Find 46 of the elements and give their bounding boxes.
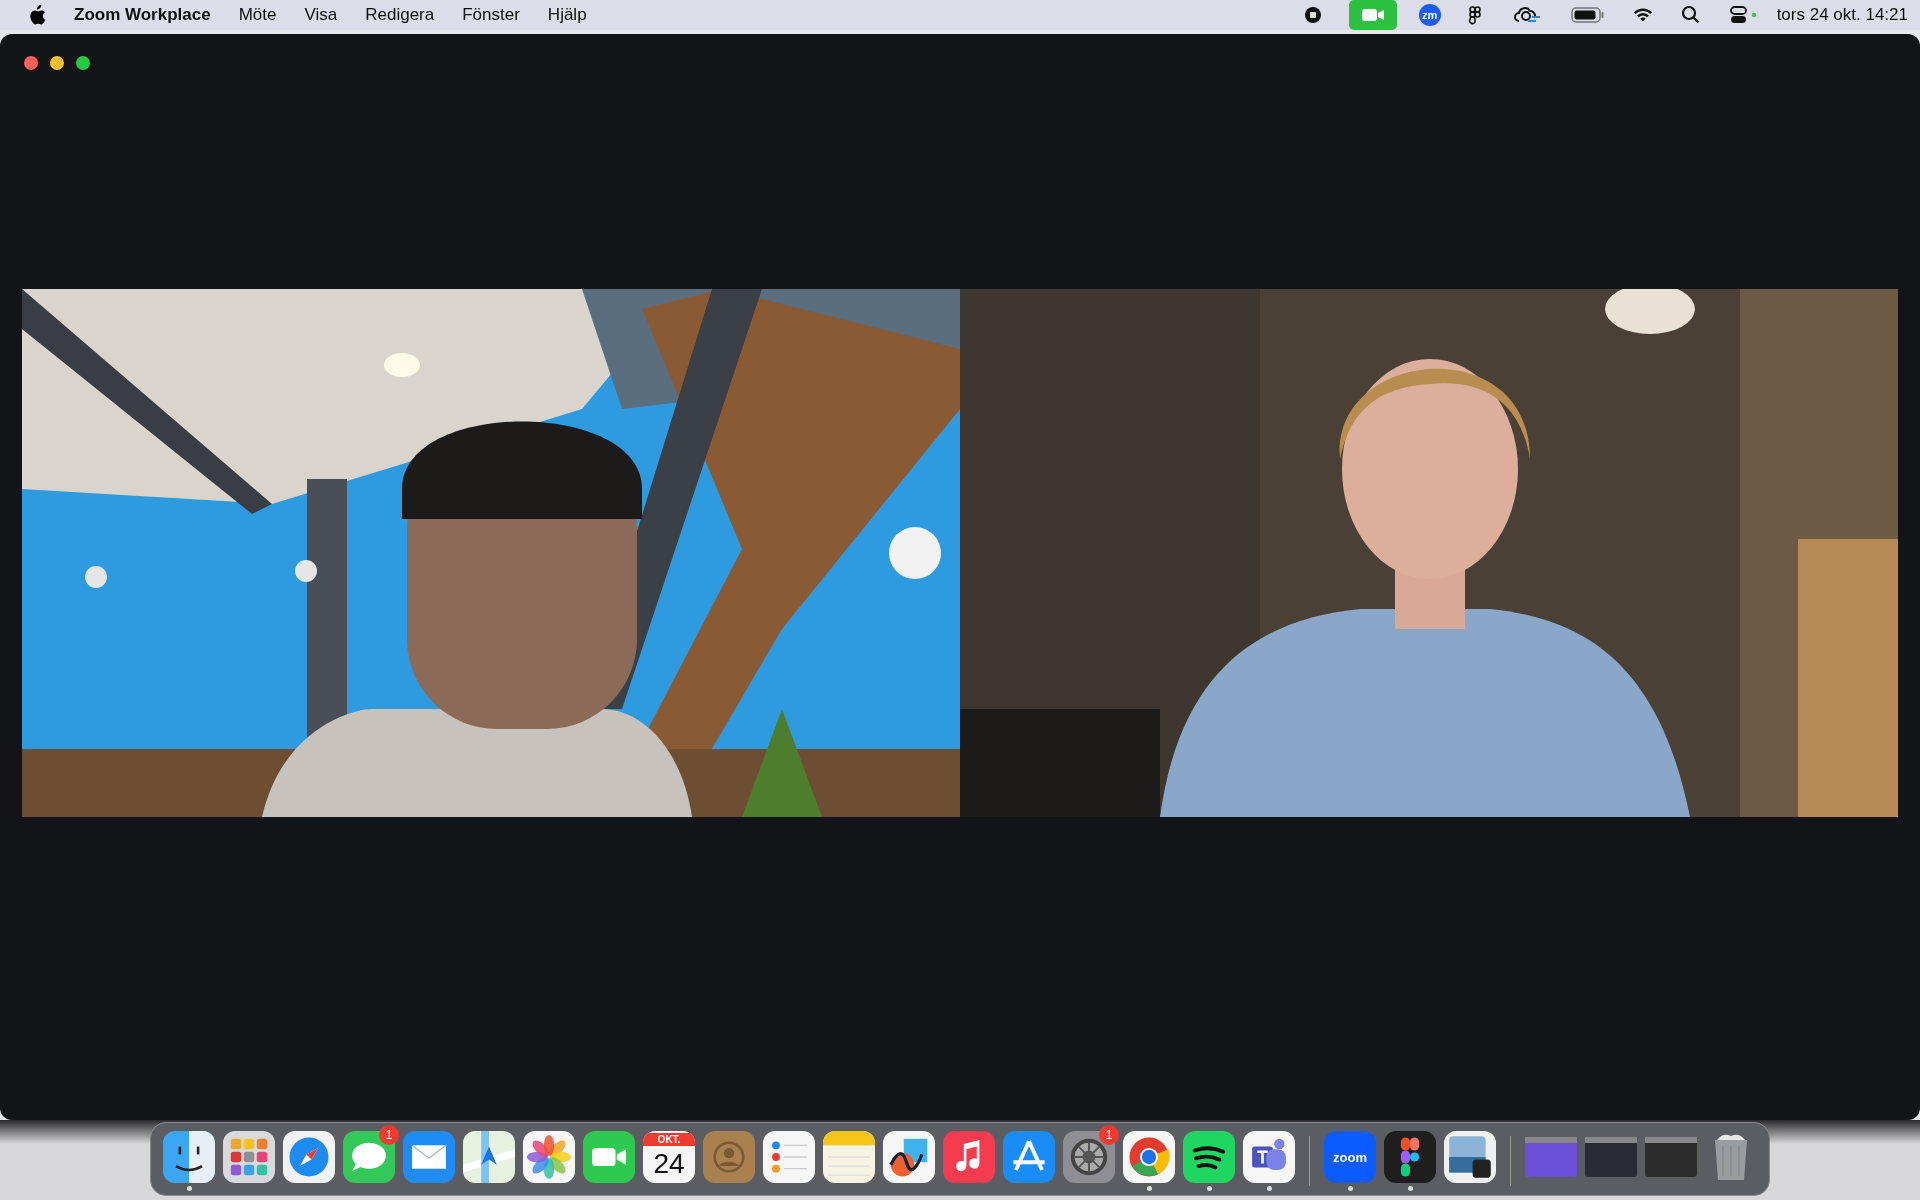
menu-bar-clock[interactable]: tors 24 okt. 14:21 <box>1776 5 1908 25</box>
finder-icon[interactable] <box>163 1131 215 1183</box>
menu-item[interactable]: Möte <box>238 5 277 25</box>
envelope-icon[interactable] <box>403 1131 455 1183</box>
control-center-icon[interactable] <box>1728 5 1759 25</box>
app-grid-icon[interactable] <box>223 1131 275 1183</box>
minimized-window-thumbnail[interactable] <box>1525 1137 1577 1177</box>
minimized-window-thumbnail[interactable] <box>1645 1137 1697 1177</box>
minimized-window-thumbnail[interactable] <box>1585 1137 1637 1177</box>
checklist-icon[interactable] <box>763 1131 815 1183</box>
calendar-month: OKT. <box>643 1132 695 1146</box>
menu-item[interactable]: Hjälp <box>547 5 587 25</box>
video-camera-icon[interactable] <box>583 1131 635 1183</box>
teams-icon[interactable] <box>1243 1131 1295 1183</box>
zoom-button[interactable] <box>76 56 90 70</box>
notification-badge: 1 <box>1099 1125 1119 1145</box>
music-note-icon[interactable] <box>943 1131 995 1183</box>
chrome-icon[interactable] <box>1123 1131 1175 1183</box>
app-store-icon[interactable] <box>1003 1131 1055 1183</box>
calendar-day: 24 <box>653 1145 685 1182</box>
stop-icon[interactable] <box>1302 5 1323 25</box>
apple-icon[interactable] <box>28 4 46 26</box>
zoom-app-icon[interactable]: zoom <box>1324 1131 1376 1183</box>
map-icon[interactable] <box>463 1131 515 1183</box>
sound-waves-icon[interactable] <box>1183 1131 1235 1183</box>
notepad-icon[interactable] <box>823 1131 875 1183</box>
video-camera-icon <box>1360 7 1385 23</box>
app-menu[interactable]: Zoom Workplace <box>74 5 211 25</box>
notification-badge: 1 <box>379 1125 399 1145</box>
zoom-status-icon[interactable]: zm <box>1418 4 1441 26</box>
gear-icon[interactable] <box>1063 1131 1115 1183</box>
cloud-sync-icon[interactable] <box>1512 5 1543 25</box>
squiggle-icon[interactable] <box>883 1131 935 1183</box>
battery-icon[interactable] <box>1570 5 1605 25</box>
menu-item[interactable]: Fönster <box>462 5 520 25</box>
close-button[interactable] <box>24 56 38 70</box>
minimize-button[interactable] <box>50 56 64 70</box>
search-icon[interactable] <box>1680 5 1701 25</box>
preview-icon[interactable] <box>1444 1131 1496 1183</box>
calendar-icon[interactable]: OKT. 24 <box>643 1131 695 1183</box>
menu-item[interactable]: Visa <box>304 5 338 25</box>
flower-icon[interactable] <box>523 1131 575 1183</box>
speech-bubble-icon[interactable] <box>343 1131 395 1183</box>
menu-item[interactable]: Redigera <box>365 5 435 25</box>
figma-icon[interactable] <box>1384 1131 1436 1183</box>
compass-icon[interactable] <box>283 1131 335 1183</box>
